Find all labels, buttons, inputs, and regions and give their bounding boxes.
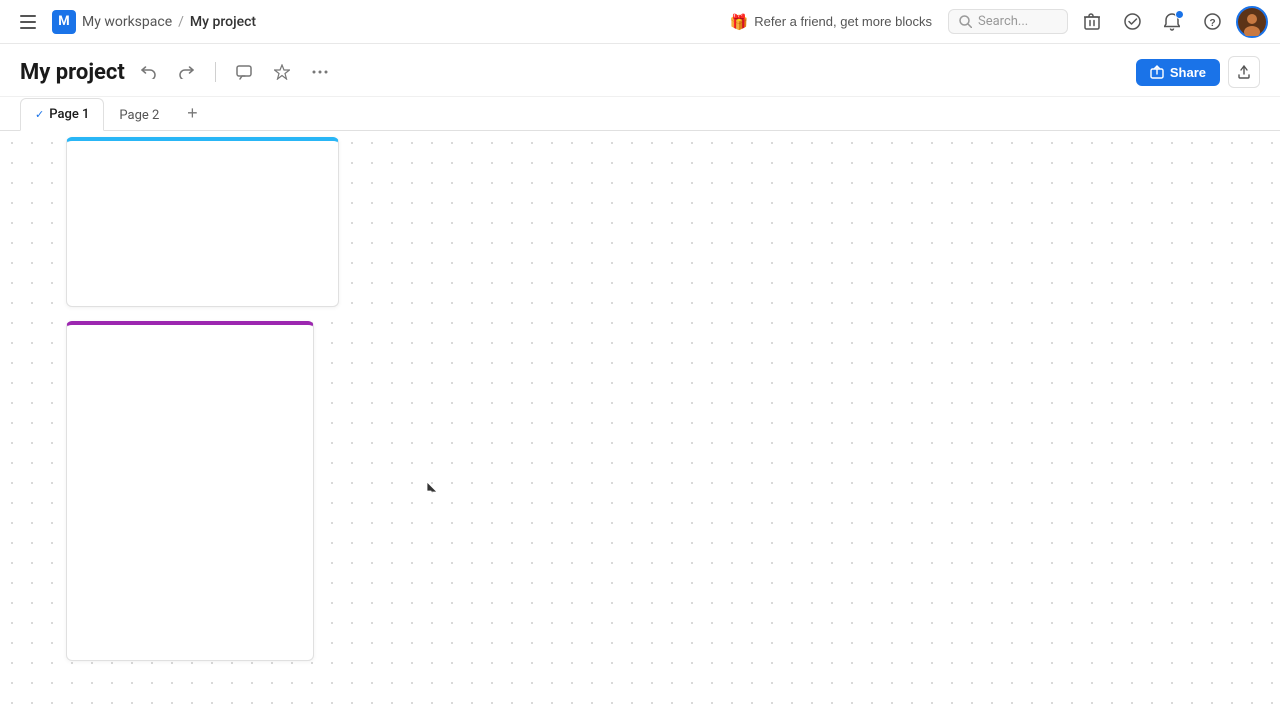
share-button[interactable]: Share bbox=[1136, 59, 1220, 86]
canvas-card-blue[interactable] bbox=[66, 137, 339, 307]
page-header-right: Share bbox=[1136, 56, 1260, 88]
gift-icon: 🎁 bbox=[730, 13, 749, 31]
nav-right: 🎁 Refer a friend, get more blocks Search… bbox=[722, 6, 1268, 38]
search-box[interactable]: Search... bbox=[948, 9, 1068, 34]
share-label: Share bbox=[1170, 65, 1206, 80]
top-navigation: M My workspace / My project 🎁 Refer a fr… bbox=[0, 0, 1280, 44]
refer-label: Refer a friend, get more blocks bbox=[754, 14, 932, 29]
canvas-card-purple[interactable] bbox=[66, 321, 314, 661]
svg-text:?: ? bbox=[1209, 18, 1215, 29]
more-icon bbox=[312, 70, 328, 74]
breadcrumb-project: My project bbox=[190, 14, 256, 30]
tab-page1-label: Page 1 bbox=[49, 107, 89, 122]
tab-page2[interactable]: Page 2 bbox=[104, 99, 174, 131]
nav-left: M My workspace / My project bbox=[12, 6, 256, 38]
trash-icon bbox=[1084, 13, 1100, 30]
sidebar-toggle-button[interactable] bbox=[12, 6, 44, 38]
check-circle-button[interactable] bbox=[1116, 6, 1148, 38]
star-button[interactable] bbox=[268, 58, 296, 86]
comment-icon bbox=[236, 65, 252, 80]
export-button[interactable] bbox=[1228, 56, 1260, 88]
page-header-left: My project bbox=[20, 58, 334, 86]
canvas-area[interactable] bbox=[0, 131, 1280, 713]
tab-check-icon: ✓ bbox=[35, 108, 44, 121]
search-placeholder: Search... bbox=[978, 14, 1028, 29]
workspace-icon: M bbox=[52, 10, 76, 34]
star-icon bbox=[274, 64, 290, 80]
breadcrumb-workspace[interactable]: My workspace bbox=[82, 14, 172, 30]
undo-icon bbox=[141, 66, 156, 79]
comment-button[interactable] bbox=[230, 58, 258, 86]
avatar[interactable] bbox=[1236, 6, 1268, 38]
breadcrumb: M My workspace / My project bbox=[52, 10, 256, 34]
more-options-button[interactable] bbox=[306, 58, 334, 86]
redo-button[interactable] bbox=[173, 58, 201, 86]
export-icon bbox=[1237, 65, 1251, 79]
tab-page1[interactable]: ✓ Page 1 bbox=[20, 98, 104, 131]
bell-icon bbox=[1164, 13, 1180, 31]
add-page-button[interactable]: + bbox=[178, 100, 206, 128]
trash-button[interactable] bbox=[1076, 6, 1108, 38]
notifications-button[interactable] bbox=[1156, 6, 1188, 38]
check-circle-icon bbox=[1124, 13, 1141, 30]
refer-friend-button[interactable]: 🎁 Refer a friend, get more blocks bbox=[722, 9, 940, 35]
help-icon: ? bbox=[1204, 13, 1221, 30]
redo-icon bbox=[179, 66, 194, 79]
avatar-image bbox=[1238, 8, 1266, 36]
tab-page2-label: Page 2 bbox=[119, 108, 159, 123]
breadcrumb-separator: / bbox=[178, 14, 184, 30]
search-icon bbox=[959, 15, 972, 28]
undo-button[interactable] bbox=[135, 58, 163, 86]
page-header: My project bbox=[0, 44, 1280, 97]
tabs-bar: ✓ Page 1 Page 2 + bbox=[0, 97, 1280, 131]
header-separator bbox=[215, 62, 216, 82]
page-title: My project bbox=[20, 60, 125, 85]
help-button[interactable]: ? bbox=[1196, 6, 1228, 38]
share-icon bbox=[1150, 65, 1164, 79]
